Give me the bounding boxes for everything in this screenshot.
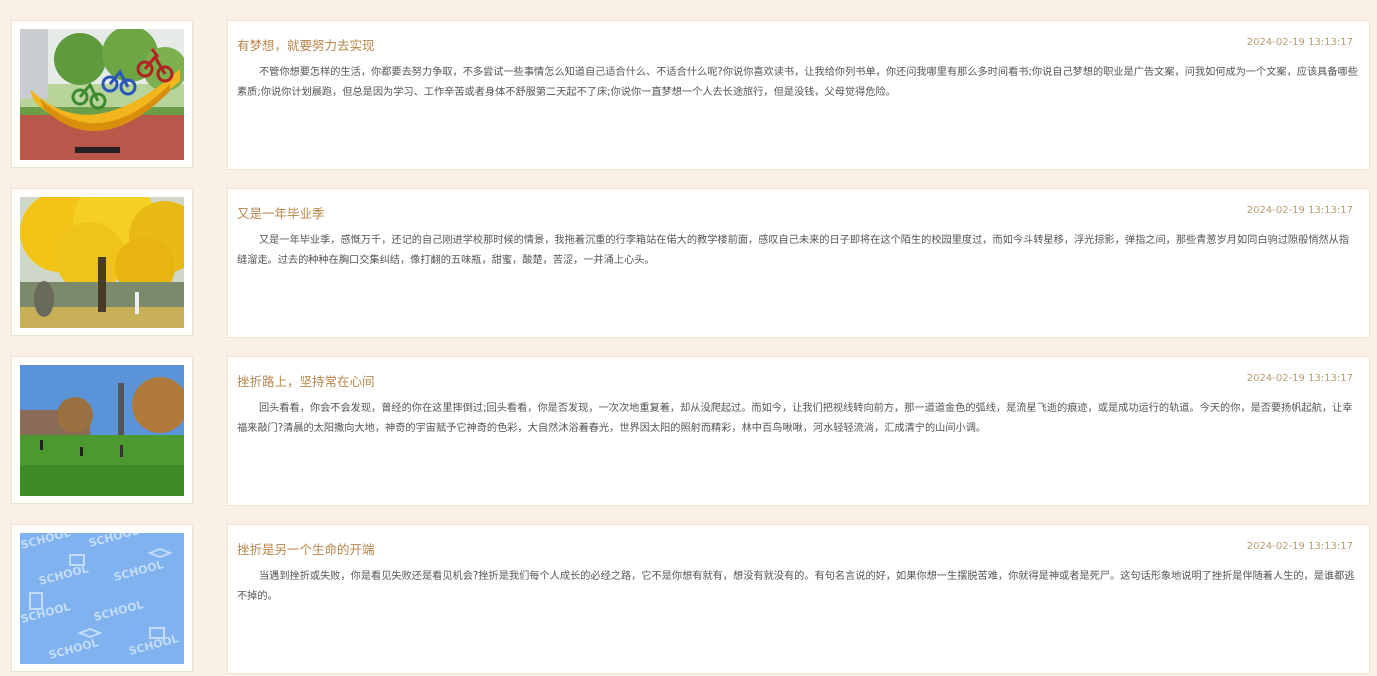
post-content: 挫折路上，坚持常在心间 2024-02-19 13:13:17 回头看看，你会不… — [227, 356, 1370, 506]
post-excerpt: 又是一年毕业季，感慨万千，还记的自己刚进学校那时候的情景，我拖着沉重的行李箱站在… — [237, 235, 1350, 266]
post-title[interactable]: 挫折是另一个生命的开端 — [237, 539, 375, 558]
cyclist-sculpture-image[interactable] — [20, 29, 184, 160]
post-date: 2024-02-19 13:13:17 — [1246, 37, 1353, 48]
post-excerpt: 回头看看，你会不会发现，曾经的你在这里摔倒过;回头看看，你是否发现，一次次地重复… — [237, 403, 1353, 434]
post-thumbnail[interactable]: SCHOOL SCHOOL SCHOOL SCHOOL SCHOOL SCHOO… — [11, 524, 193, 672]
post-date: 2024-02-19 13:13:17 — [1246, 205, 1353, 216]
post-title[interactable]: 有梦想，就要努力去实现 — [237, 35, 375, 54]
post-excerpt: 不管你想要怎样的生活，你都要去努力争取，不多尝试一些事情怎么知道自己适合什么、不… — [237, 67, 1358, 98]
post-thumbnail[interactable] — [11, 20, 193, 168]
post-card: 又是一年毕业季 2024-02-19 13:13:17 又是一年毕业季，感慨万千… — [0, 188, 1377, 340]
post-date: 2024-02-19 13:13:17 — [1246, 541, 1353, 552]
post-title[interactable]: 又是一年毕业季 — [237, 203, 325, 222]
campus-lawn-image[interactable] — [20, 365, 184, 496]
post-card: SCHOOL SCHOOL SCHOOL SCHOOL SCHOOL SCHOO… — [0, 524, 1377, 676]
post-title[interactable]: 挫折路上，坚持常在心间 — [237, 371, 375, 390]
school-pattern-image[interactable]: SCHOOL SCHOOL SCHOOL SCHOOL SCHOOL SCHOO… — [20, 533, 184, 664]
post-card: 有梦想，就要努力去实现 2024-02-19 13:13:17 不管你想要怎样的… — [0, 20, 1377, 172]
post-content: 有梦想，就要努力去实现 2024-02-19 13:13:17 不管你想要怎样的… — [227, 20, 1370, 170]
post-list: 有梦想，就要努力去实现 2024-02-19 13:13:17 不管你想要怎样的… — [0, 0, 1377, 674]
post-content: 又是一年毕业季 2024-02-19 13:13:17 又是一年毕业季，感慨万千… — [227, 188, 1370, 338]
post-card: 挫折路上，坚持常在心间 2024-02-19 13:13:17 回头看看，你会不… — [0, 356, 1377, 508]
post-thumbnail[interactable] — [11, 356, 193, 504]
post-excerpt: 当遇到挫折或失败，你是看见失败还是看见机会?挫折是我们每个人成长的必经之路，它不… — [237, 571, 1355, 602]
yellow-tree-image[interactable] — [20, 197, 184, 328]
post-thumbnail[interactable] — [11, 188, 193, 336]
post-date: 2024-02-19 13:13:17 — [1246, 373, 1353, 384]
